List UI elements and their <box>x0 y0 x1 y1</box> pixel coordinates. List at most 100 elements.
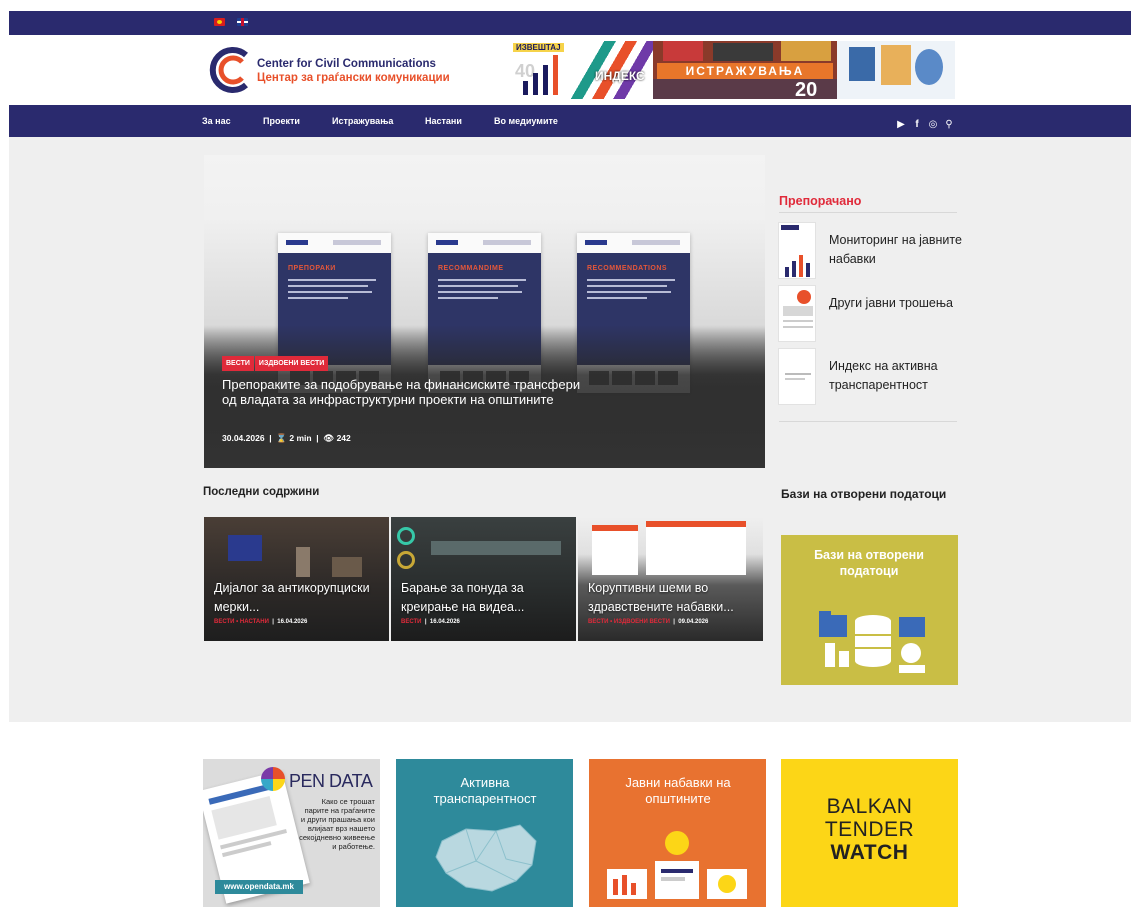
nav-item-research[interactable]: Истражувања <box>332 116 393 126</box>
main-nav: За нас Проекти Истражувања Настани Во ме… <box>9 105 1131 137</box>
recommended-thumbnail[interactable] <box>778 222 816 279</box>
hero-views: 242 <box>336 433 351 443</box>
divider <box>779 212 957 213</box>
banner-report-panel: ИЗВЕШТАЈ 40 <box>507 41 569 99</box>
banner-number-right: 20 <box>795 79 818 99</box>
card-meta: ВЕСТИ • НАСТАНИ | 16.04.2026 <box>214 619 308 625</box>
card-image-screen <box>228 535 262 561</box>
instagram-icon[interactable]: ◎ <box>928 119 938 131</box>
mk-flag-icon[interactable] <box>214 18 225 26</box>
search-icon[interactable]: ⚲ <box>944 119 954 131</box>
recommended-item-label[interactable]: Индекс на активна транспарентност <box>829 357 963 395</box>
balkan-line2: TENDER <box>824 818 915 841</box>
card-image-document <box>646 521 746 575</box>
hero-featured-post[interactable]: ПРЕПОРАКИ RECOMMANDIME RECOMMENDATIONS В… <box>204 155 765 468</box>
municipal-procurement-tile[interactable]: Јавни набавки на општините <box>589 759 766 907</box>
recommended-thumbnail[interactable] <box>778 348 816 405</box>
balkan-line3: WATCH <box>830 841 909 864</box>
site-header: Center for Civil Communications Центар з… <box>9 35 1131 105</box>
recommended-item[interactable]: Мониторинг на јавните набавки <box>778 222 963 280</box>
header-banner[interactable]: ИЗВЕШТАЈ 40 ИНДЕКС ИСТРАЖУВАЊА 20 <box>507 41 955 99</box>
card-image-figure <box>296 547 310 577</box>
nav-item-events[interactable]: Настани <box>425 116 462 126</box>
balkan-text: BALKAN TENDER WATCH <box>781 795 958 864</box>
hero-date: 30.04.2026 <box>222 433 265 443</box>
nav-item-about[interactable]: За нас <box>202 116 231 126</box>
recommended-item-label[interactable]: Други јавни трошења <box>829 294 963 313</box>
recommended-item-label[interactable]: Мониторинг на јавните набавки <box>829 231 963 269</box>
banner-report-tag: ИЗВЕШТАЈ <box>513 43 564 52</box>
banner-bar <box>543 65 548 95</box>
active-transparency-tile[interactable]: Активна транспарентност <box>396 759 573 907</box>
banner-research-label: ИСТРАЖУВАЊА <box>657 63 833 79</box>
open-data-banner-text: Бази на отворени податоци <box>814 548 924 578</box>
database-icon <box>819 611 925 673</box>
youtube-icon[interactable]: ▶ <box>896 119 906 131</box>
uk-flag-icon[interactable] <box>237 18 248 26</box>
open-data-heading: Бази на отворени податоци <box>781 487 947 501</box>
card-image-dial <box>397 527 415 545</box>
opendata-description: Како се трошат парите на граѓаните и дру… <box>299 797 375 851</box>
recommended-item[interactable]: Индекс на активна транспарентност <box>778 348 963 406</box>
balkan-tender-watch-tile[interactable]: BALKAN TENDER WATCH <box>781 759 958 907</box>
hero-category-badges: ВЕСТИ ИЗДВОЕНИ ВЕСТИ <box>222 352 329 371</box>
card-date: 16.04.2026 <box>277 619 308 625</box>
hero-read-time: 2 min <box>289 433 312 443</box>
card-category[interactable]: ВЕСТИ • НАСТАНИ <box>214 619 269 625</box>
opendata-logo-icon <box>261 767 285 791</box>
doc-title: RECOMMANDIME <box>438 265 504 272</box>
recommended-item[interactable]: Други јавни трошења <box>778 285 963 343</box>
banner-bar <box>553 55 558 95</box>
top-bar <box>9 11 1131 35</box>
banner-photo-panel <box>837 41 955 99</box>
card-image-document <box>592 525 638 575</box>
latest-card[interactable]: Дијалог за антикорупциски мерки... ВЕСТИ… <box>204 517 389 641</box>
nav-item-projects[interactable]: Проекти <box>263 116 300 126</box>
hero-title[interactable]: Препораките за подобрување на финансиски… <box>222 377 592 407</box>
card-meta: ВЕСТИ | 16.04.2026 <box>401 619 460 625</box>
logo-title-en: Center for Civil Communications <box>257 58 436 70</box>
latest-content-heading: Последни содржини <box>203 486 320 498</box>
category-badge-news[interactable]: ВЕСТИ <box>222 356 254 371</box>
balkan-line1: BALKAN <box>826 795 913 818</box>
opendata-url[interactable]: www.opendata.mk <box>215 880 303 894</box>
category-badge-featured[interactable]: ИЗДВОЕНИ ВЕСТИ <box>254 356 329 371</box>
map-icon <box>435 824 537 892</box>
card-image-figure <box>332 557 362 577</box>
card-image-timeline <box>431 541 561 555</box>
banner-index-label: ИНДЕКС <box>595 69 645 83</box>
tile-title: Активна транспарентност <box>433 775 537 806</box>
nav-item-media[interactable]: Во медиумите <box>494 116 558 126</box>
card-image-dial <box>397 551 415 569</box>
card-category[interactable]: ВЕСТИ • ИЗДВОЕНИ ВЕСТИ <box>588 619 670 625</box>
card-category[interactable]: ВЕСТИ <box>401 619 422 625</box>
recommended-heading: Препорачано <box>779 194 862 208</box>
logo-title-mk: Центар за граѓански комуникации <box>257 72 450 84</box>
card-date: 09.04.2026 <box>678 619 709 625</box>
doc-title: RECOMMENDATIONS <box>587 265 668 272</box>
card-meta: ВЕСТИ • ИЗДВОЕНИ ВЕСТИ | 09.04.2026 <box>588 619 709 625</box>
card-title[interactable]: Дијалог за антикорупциски мерки... <box>214 579 382 617</box>
banner-bar <box>523 81 528 95</box>
card-title[interactable]: Барање за понуда за креирање на видеа... <box>401 579 569 617</box>
analytics-illustration-icon <box>607 831 747 899</box>
divider <box>779 421 957 422</box>
nav-social-icons: ▶ f ◎ ⚲ <box>896 114 960 131</box>
opendata-mk-tile[interactable]: PEN DATA Како се трошат парите на граѓан… <box>203 759 380 907</box>
main-content: ПРЕПОРАКИ RECOMMANDIME RECOMMENDATIONS В… <box>9 137 1131 722</box>
opendata-logo-text: PEN DATA <box>289 771 373 791</box>
banner-bar <box>533 73 538 95</box>
hourglass-icon: ⌛ <box>276 433 287 443</box>
eye-icon: 👁 <box>323 433 335 443</box>
hero-meta: 30.04.2026 | ⌛ 2 min | 👁 242 <box>222 433 351 443</box>
recommended-thumbnail[interactable] <box>778 285 816 342</box>
site-logo[interactable]: Center for Civil Communications Центар з… <box>208 45 488 95</box>
card-date: 16.04.2026 <box>429 619 460 625</box>
open-data-banner[interactable]: Бази на отворени податоци <box>781 535 958 685</box>
facebook-icon[interactable]: f <box>912 119 922 131</box>
latest-card[interactable]: Коруптивни шеми во здравствените набавки… <box>578 517 763 641</box>
card-title[interactable]: Коруптивни шеми во здравствените набавки… <box>588 579 756 617</box>
logo-c-icon <box>209 47 248 93</box>
latest-card[interactable]: Барање за понуда за креирање на видеа...… <box>391 517 576 641</box>
tile-title: Јавни набавки на општините <box>625 775 731 806</box>
